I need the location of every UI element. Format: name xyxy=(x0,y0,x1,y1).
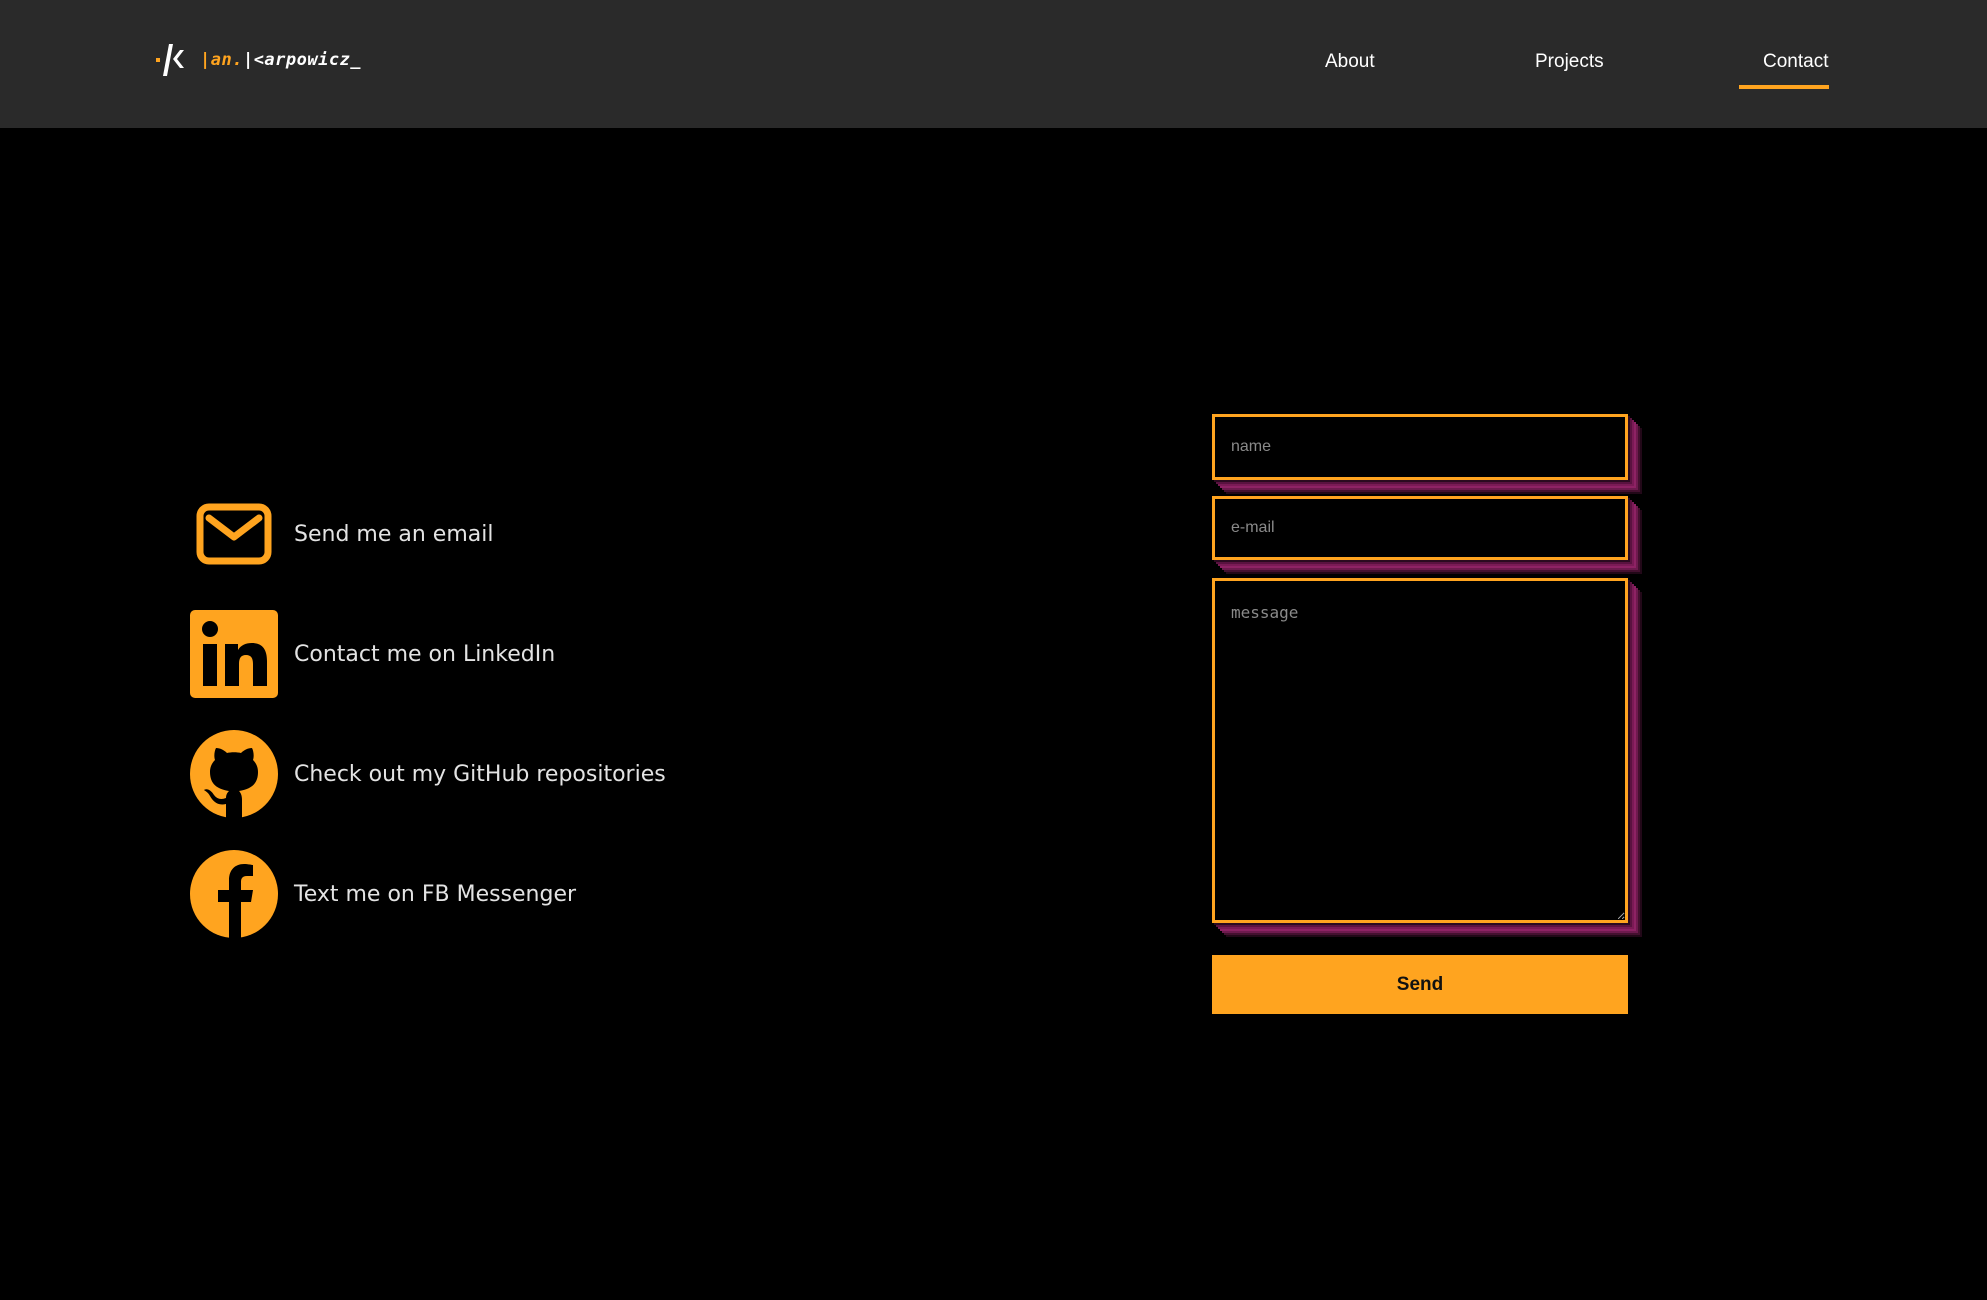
email-link[interactable]: Send me an email xyxy=(190,490,750,578)
email-link-label: Send me an email xyxy=(294,521,494,547)
email-input[interactable] xyxy=(1212,496,1628,560)
send-button[interactable]: Send xyxy=(1212,955,1628,1014)
site-logo[interactable]: |an.|<arpowicz_ xyxy=(156,40,361,80)
messenger-link[interactable]: Text me on FB Messenger xyxy=(190,850,750,938)
linkedin-link-label: Contact me on LinkedIn xyxy=(294,641,556,667)
name-input[interactable] xyxy=(1212,414,1628,480)
site-header: |an.|<arpowicz_ About Projects Contact xyxy=(0,0,1987,128)
logo-text-first: |an. xyxy=(200,50,243,70)
message-textarea[interactable] xyxy=(1212,578,1628,923)
nav-about-link[interactable]: About xyxy=(1325,51,1375,77)
logo-text-last: |<arpowicz_ xyxy=(242,50,362,70)
linkedin-icon xyxy=(190,610,278,698)
github-link[interactable]: Check out my GitHub repositories xyxy=(190,730,750,818)
nav-contact-link[interactable]: Contact xyxy=(1763,51,1828,77)
logo-mark-icon xyxy=(156,44,184,76)
linkedin-link[interactable]: Contact me on LinkedIn xyxy=(190,610,750,698)
logo-text: |an.|<arpowicz_ xyxy=(200,50,361,70)
mail-icon xyxy=(190,490,278,578)
contact-links-list: Send me an email Contact me on LinkedIn … xyxy=(190,490,750,970)
nav-active-indicator xyxy=(1739,85,1829,89)
messenger-link-label: Text me on FB Messenger xyxy=(294,881,577,907)
contact-form: Send xyxy=(1212,414,1628,1014)
facebook-icon xyxy=(190,850,278,938)
github-link-label: Check out my GitHub repositories xyxy=(294,761,666,787)
nav-projects-link[interactable]: Projects xyxy=(1535,51,1604,77)
github-icon xyxy=(190,730,278,818)
